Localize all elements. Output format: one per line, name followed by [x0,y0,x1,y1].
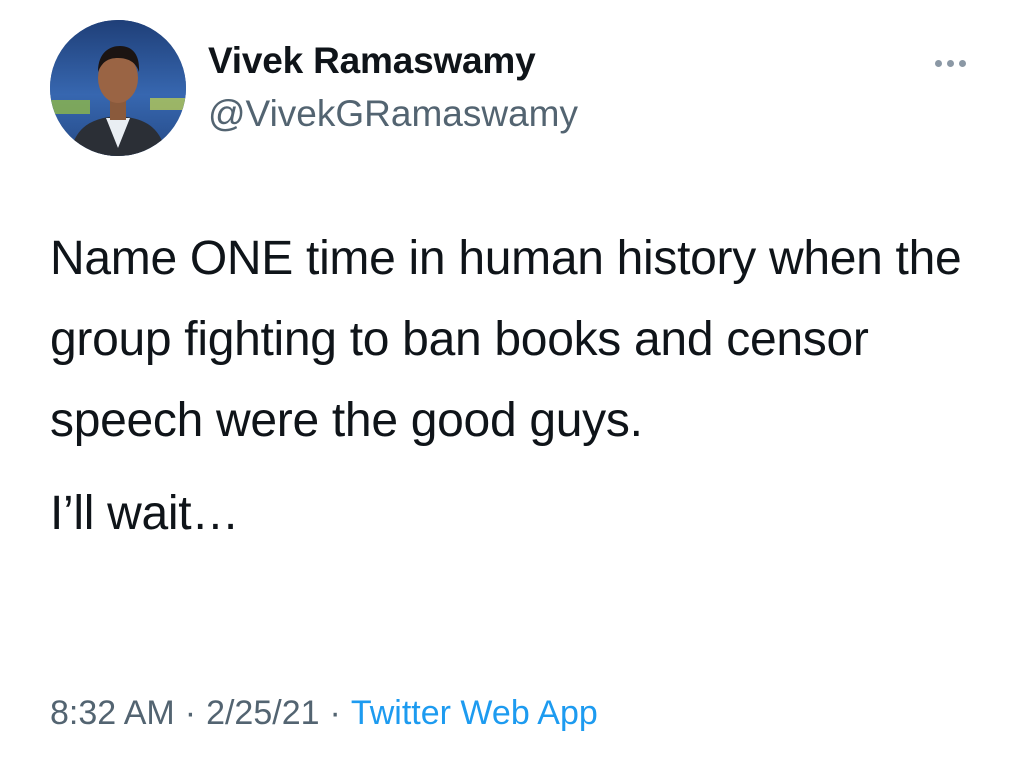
user-handle[interactable]: @VivekGRamaswamy [208,93,578,135]
more-horizontal-icon [946,59,954,67]
tweet-paragraph: I’ll wait… [50,487,240,540]
tweet-paragraph: Name ONE time in human history when the … [50,232,962,447]
display-name[interactable]: Vivek Ramaswamy [208,40,536,82]
tweet-source-link[interactable]: Twitter Web App [351,694,598,732]
more-horizontal-icon [934,59,942,67]
tweet-metadata: 8:32 AM · 2/25/21 · Twitter Web App [50,694,598,733]
tweet-date[interactable]: 2/25/21 [206,694,319,732]
avatar[interactable] [50,20,186,156]
tweet-time[interactable]: 8:32 AM [50,694,175,732]
more-horizontal-icon [958,59,966,67]
profile-photo-icon [50,20,186,156]
more-options-button[interactable] [924,48,976,78]
tweet: Vivek Ramaswamy @VivekGRamaswamy Name ON… [0,0,1024,764]
tweet-text: Name ONE time in human history when the … [50,218,990,554]
separator: · [184,694,197,732]
separator: · [329,694,341,732]
